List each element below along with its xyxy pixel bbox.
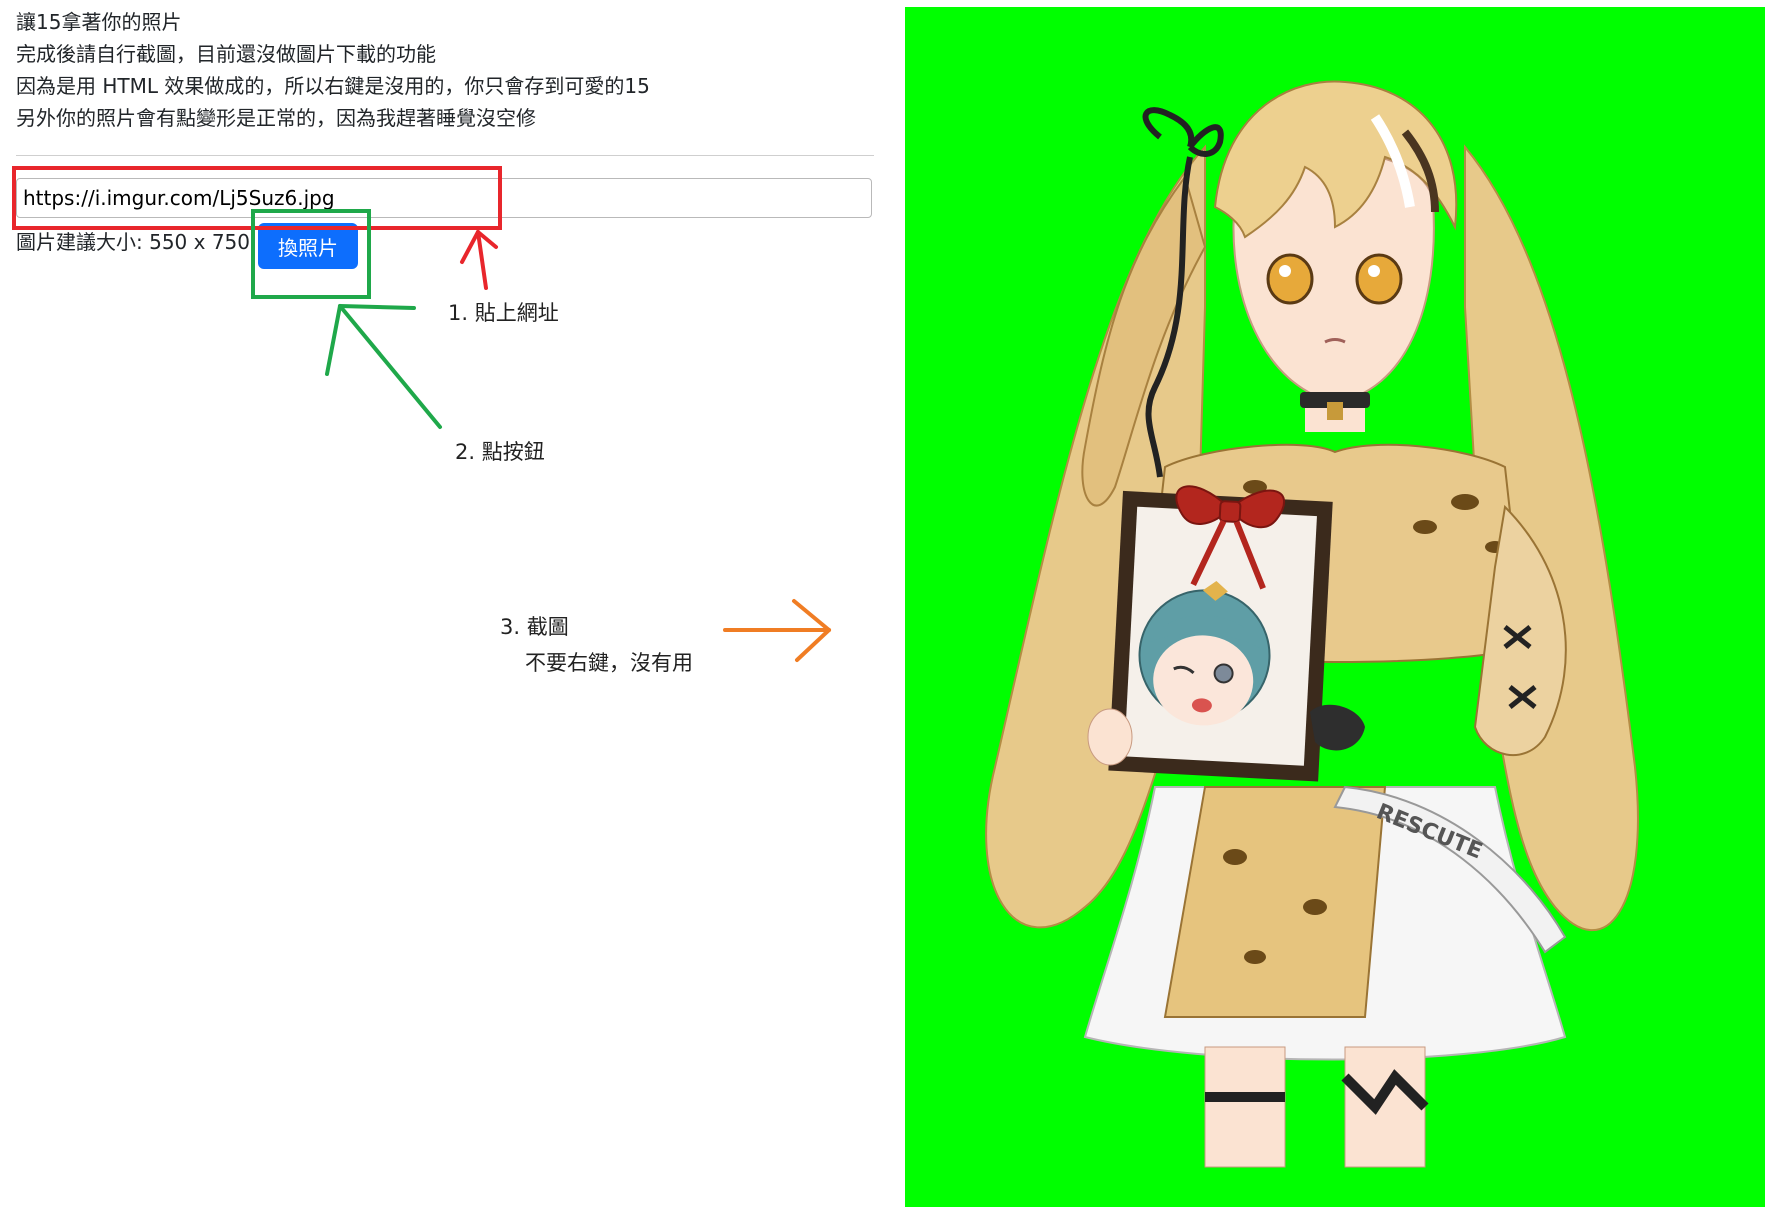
character-illustration: RESCUTE — [985, 80, 1639, 1168]
step-1-label: 1. 貼上網址 — [448, 301, 559, 325]
annotation-arrows — [325, 230, 831, 662]
green-arrow-icon — [325, 304, 442, 429]
character-preview-canvas: RESCUTE — [905, 7, 1765, 1207]
red-arrow-icon — [460, 230, 498, 290]
step-2-label: 2. 點按鈕 — [455, 440, 545, 464]
step-3-label: 3. 截圖 — [500, 615, 569, 639]
step-3-note: 不要右鍵，沒有用 — [525, 651, 693, 675]
orange-arrow-icon — [723, 599, 831, 662]
held-photo-frame — [1108, 485, 1333, 782]
